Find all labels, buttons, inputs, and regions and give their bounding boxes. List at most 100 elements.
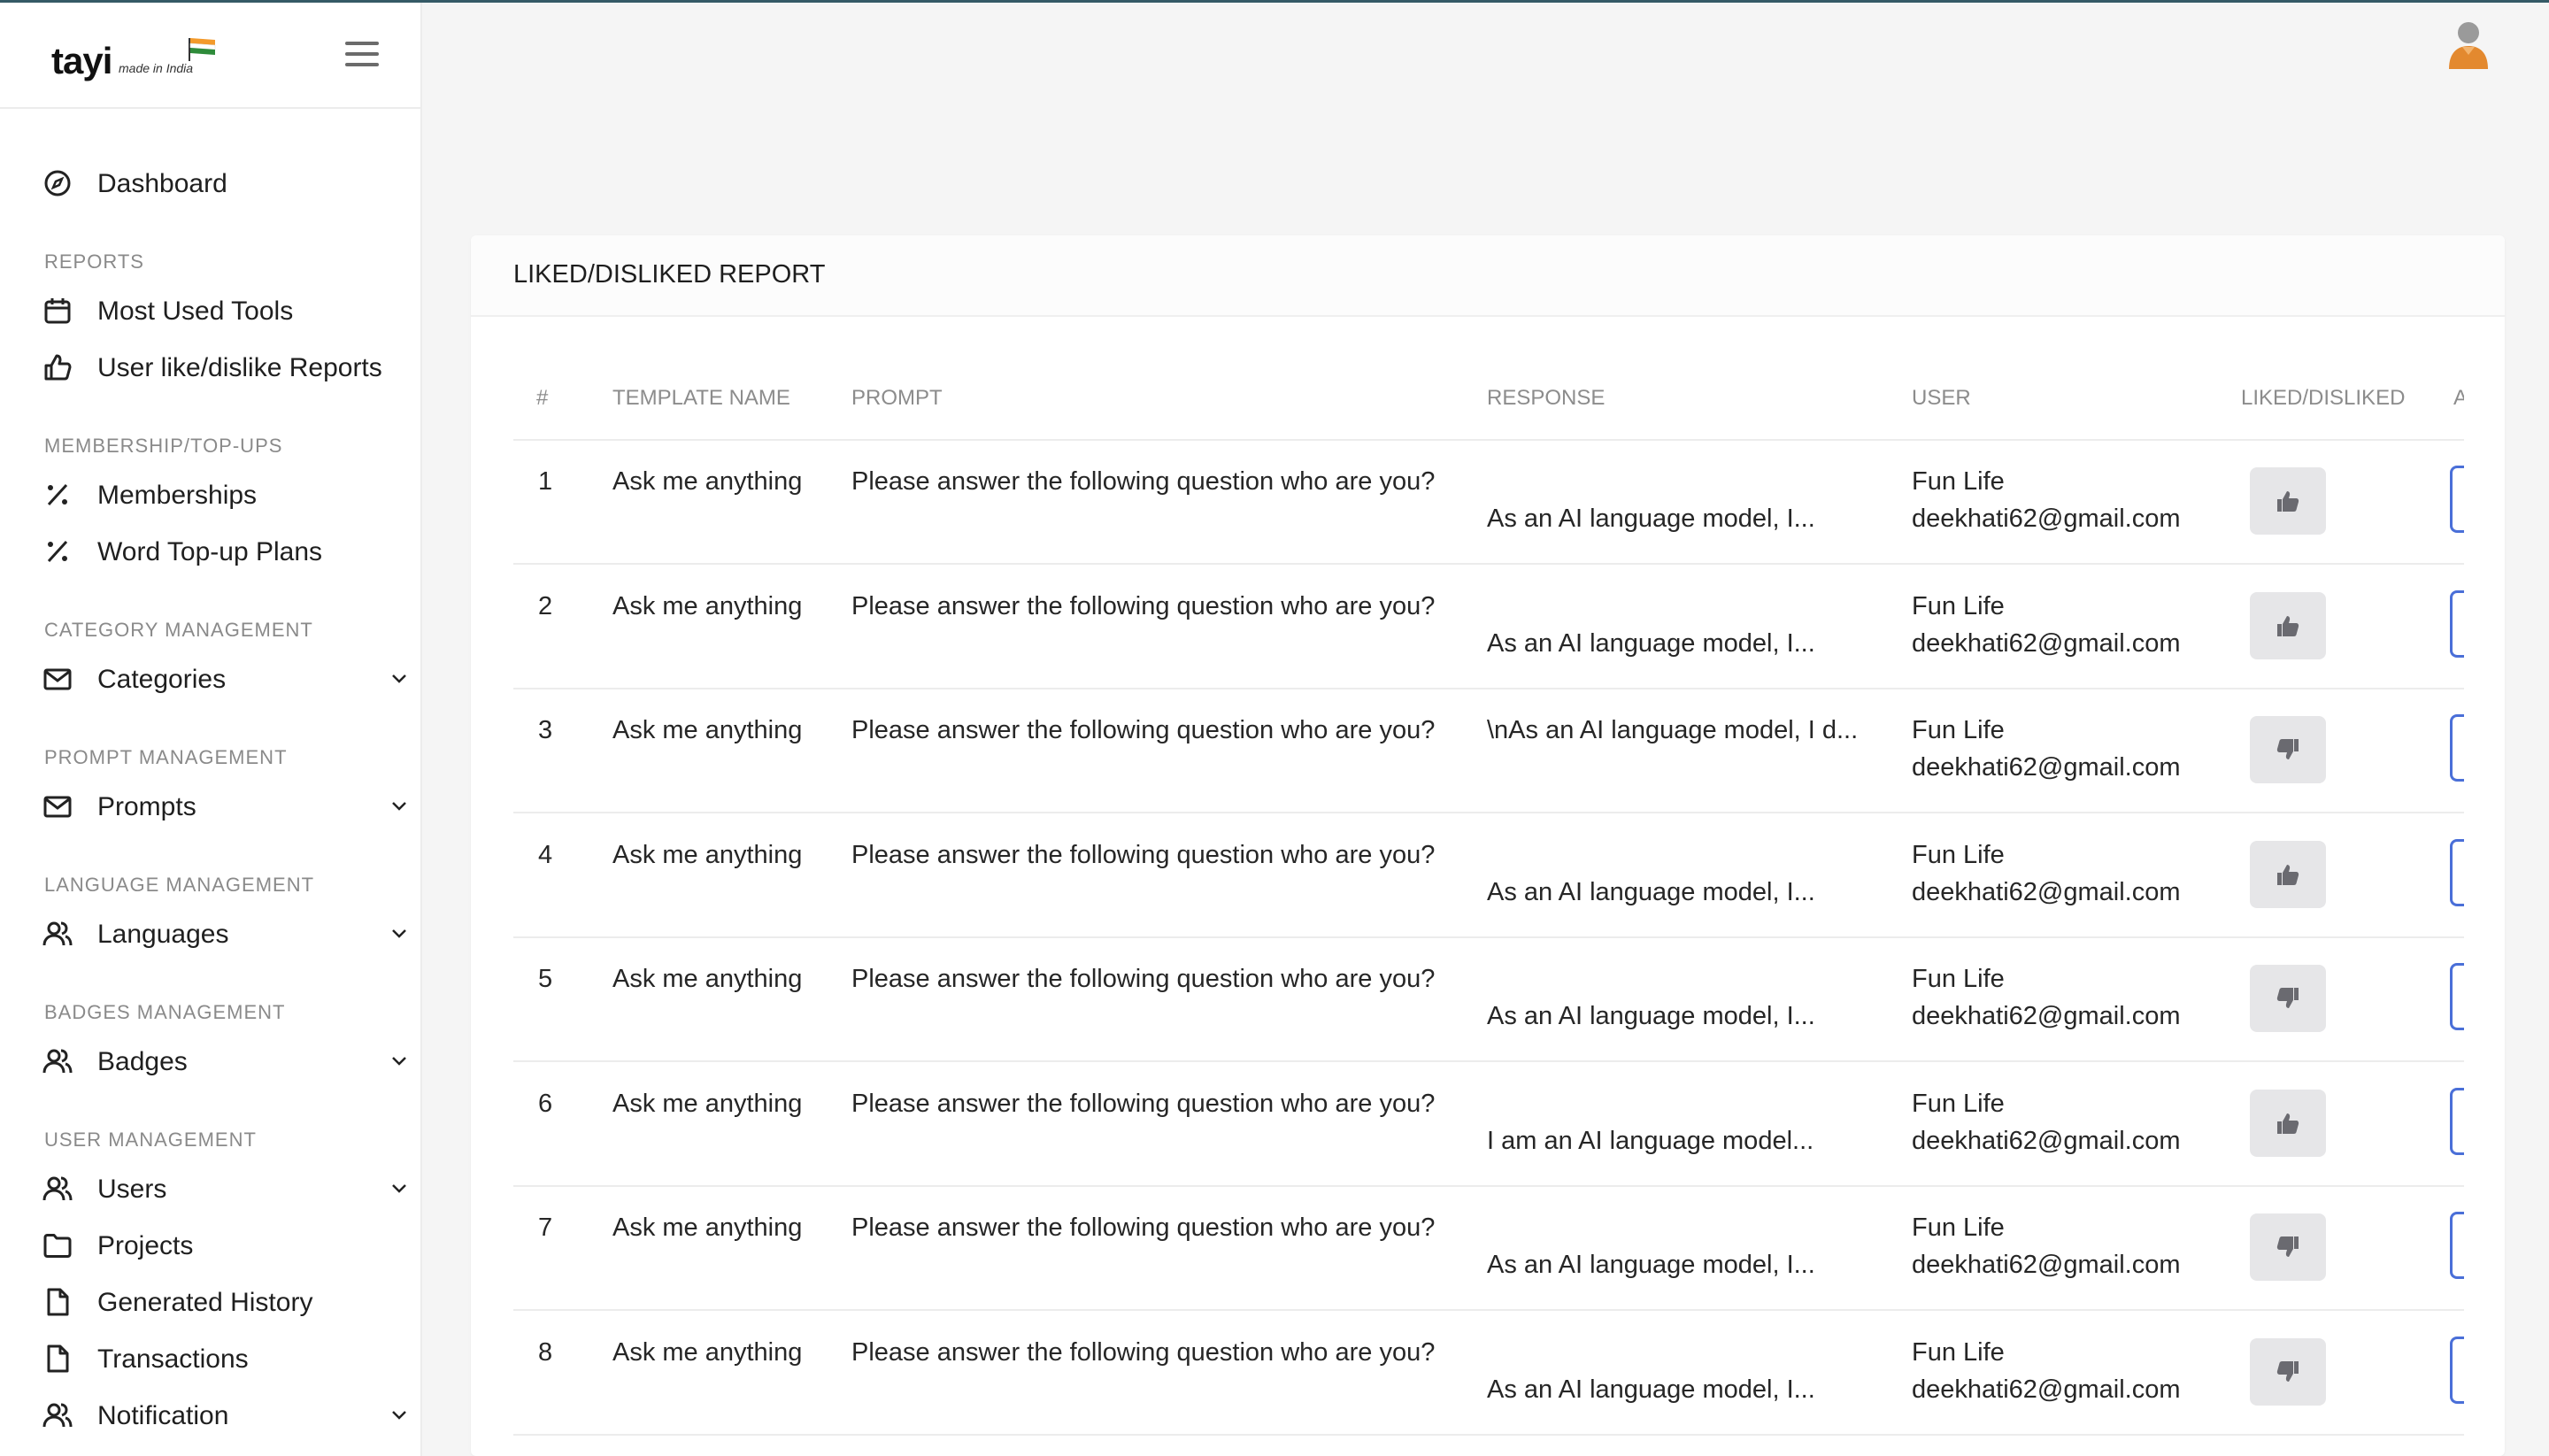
user-email: deekhati62@gmail.com xyxy=(1912,1126,2181,1155)
chevron-down-icon xyxy=(392,1411,406,1420)
row-action-button[interactable] xyxy=(2450,1212,2464,1279)
table-row: 2 Ask me anything Please answer the follow… xyxy=(513,566,2464,689)
column-header-prompt: PROMPT xyxy=(851,386,943,410)
sidebar-item-label: Prompts xyxy=(97,792,196,821)
compass-icon xyxy=(44,170,71,196)
row-number: 1 xyxy=(538,467,553,496)
sidebar: tayi made in India Dashboard REPORTS Mos… xyxy=(0,3,422,1456)
template-name: Ask me anything xyxy=(612,1337,803,1367)
india-flag-icon xyxy=(189,38,216,61)
prompt-text: Please answer the following question who… xyxy=(851,1089,1436,1118)
disliked-badge[interactable] xyxy=(2250,1337,2326,1406)
row-action-button[interactable] xyxy=(2450,466,2464,533)
row-action-button[interactable] xyxy=(2450,714,2464,782)
disliked-badge[interactable] xyxy=(2250,716,2326,783)
sidebar-item-label: Projects xyxy=(97,1231,194,1260)
users-icon xyxy=(42,1049,73,1074)
user-avatar-icon[interactable] xyxy=(2446,19,2491,69)
report-table: # TEMPLATE NAME PROMPT RESPONSE USER LIK… xyxy=(513,368,2464,1456)
sidebar-item-label: Most Used Tools xyxy=(97,297,294,326)
sidebar-item-label: Dashboard xyxy=(97,169,227,198)
section-label-badges: BADGES MANAGEMENT xyxy=(44,1001,286,1023)
row-action-button[interactable] xyxy=(2450,963,2464,1030)
sidebar-item-languages[interactable]: Languages xyxy=(42,911,414,955)
user-name: Fun Life xyxy=(1912,1213,2005,1242)
section-label-reports: REPORTS xyxy=(44,250,144,273)
prompt-text: Please answer the following question who… xyxy=(851,591,1436,620)
section-label-category: CATEGORY MANAGEMENT xyxy=(44,619,313,641)
response-text: I am an AI language model... xyxy=(1487,1126,1814,1155)
sidebar-item-label: Badges xyxy=(97,1047,188,1076)
response-text: \nAs an AI language model, I d... xyxy=(1487,716,1859,744)
row-action-button[interactable] xyxy=(2450,589,2464,658)
row-number: 3 xyxy=(538,716,553,744)
row-number: 4 xyxy=(538,840,553,869)
response-text: As an AI language model, I... xyxy=(1487,1002,1815,1030)
card-header: LIKED/DISLIKED REPORT xyxy=(471,235,2505,317)
row-action-button[interactable] xyxy=(2450,1087,2464,1155)
row-action-button[interactable] xyxy=(2450,1336,2464,1404)
percent-icon xyxy=(47,483,68,506)
user-name: Fun Life xyxy=(1912,840,2005,869)
liked-badge[interactable] xyxy=(2250,840,2326,908)
sidebar-item-transactions[interactable]: Transactions xyxy=(42,1336,414,1380)
logo-wordmark: tayi xyxy=(51,40,112,81)
user-name: Fun Life xyxy=(1912,716,2005,744)
user-email: deekhati62@gmail.com xyxy=(1912,505,2181,533)
sidebar-item-generated-history[interactable]: Generated History xyxy=(42,1279,414,1323)
liked-badge[interactable] xyxy=(2250,467,2326,535)
sidebar-item-label: User like/dislike Reports xyxy=(97,353,382,382)
sidebar-item-badges[interactable]: Badges xyxy=(42,1038,414,1082)
user-name: Fun Life xyxy=(1912,467,2005,496)
response-text: As an AI language model, I... xyxy=(1487,628,1815,658)
template-name: Ask me anything xyxy=(612,1089,803,1118)
user-name: Fun Life xyxy=(1912,1337,2005,1367)
menu-toggle-icon[interactable] xyxy=(345,40,379,68)
template-name: Ask me anything xyxy=(612,467,803,496)
row-number: 8 xyxy=(538,1337,553,1367)
user-name: Fun Life xyxy=(1912,591,2005,620)
mail-icon xyxy=(43,668,72,690)
sidebar-item-label: Categories xyxy=(97,665,227,694)
mail-icon xyxy=(43,796,72,818)
row-number: 6 xyxy=(538,1089,553,1118)
sidebar-item-dashboard[interactable]: Dashboard xyxy=(42,160,414,204)
sidebar-item-most-used-tools[interactable]: Most Used Tools xyxy=(42,288,414,332)
sidebar-item-label: Memberships xyxy=(97,481,258,510)
column-header-liked: LIKED/DISLIKED xyxy=(2241,386,2406,410)
user-name: Fun Life xyxy=(1912,1089,2005,1118)
sidebar-item-user-reports[interactable]: User like/dislike Reports xyxy=(42,344,414,389)
sidebar-item-notification[interactable]: Notification xyxy=(42,1392,414,1437)
sidebar-item-users[interactable]: Users xyxy=(42,1166,414,1210)
row-action-button[interactable] xyxy=(2450,838,2464,906)
file-icon xyxy=(47,1344,69,1373)
users-icon xyxy=(42,1176,73,1201)
column-header-user: USER xyxy=(1912,386,1971,410)
liked-badge[interactable] xyxy=(2250,591,2326,659)
prompt-text: Please answer the following question who… xyxy=(851,467,1436,496)
thumbs-down-icon xyxy=(2276,1360,2299,1382)
disliked-badge[interactable] xyxy=(2250,965,2326,1032)
sidebar-item-prompts[interactable]: Prompts xyxy=(42,783,414,828)
logo-tagline: made in India xyxy=(119,61,194,75)
chevron-down-icon xyxy=(392,1057,406,1066)
chevron-down-icon xyxy=(392,802,406,811)
sidebar-item-projects[interactable]: Projects xyxy=(42,1222,414,1267)
thumbs-up-icon xyxy=(2277,1113,2299,1134)
disliked-badge[interactable] xyxy=(2250,1213,2326,1281)
thumbs-up-icon xyxy=(2277,615,2299,636)
sidebar-item-label: Transactions xyxy=(97,1344,249,1374)
column-header-template: TEMPLATE NAME xyxy=(612,386,790,410)
response-text: As an AI language model, I... xyxy=(1487,1251,1815,1279)
sidebar-item-categories[interactable]: Categories xyxy=(42,656,414,700)
template-name: Ask me anything xyxy=(612,716,803,744)
section-label-membership: MEMBERSHIP/TOP-UPS xyxy=(44,435,283,457)
sidebar-item-memberships[interactable]: Memberships xyxy=(42,472,414,516)
liked-badge[interactable] xyxy=(2250,1089,2326,1157)
table-row: 3 Ask me anything Please answer the follow… xyxy=(513,689,2464,813)
table-row: 7 Ask me anything Please answer the follow… xyxy=(513,1187,2464,1311)
users-icon xyxy=(42,1403,73,1428)
response-text: As an AI language model, I... xyxy=(1487,1375,1815,1404)
sidebar-item-word-topup[interactable]: Word Top-up Plans xyxy=(42,528,414,573)
response-text: As an AI language model, I... xyxy=(1487,505,1815,533)
